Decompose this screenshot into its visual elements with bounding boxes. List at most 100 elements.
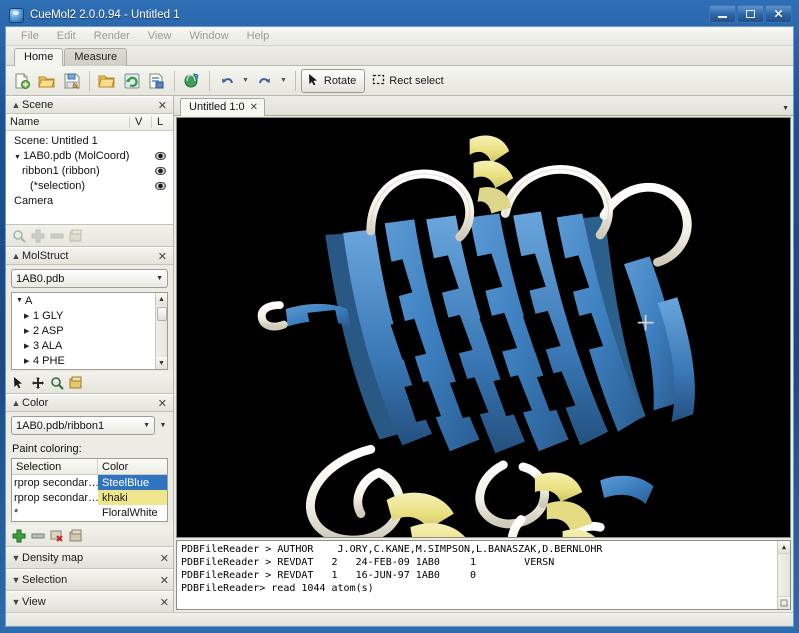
- visibility-toggle[interactable]: [147, 167, 173, 175]
- color-value[interactable]: SteelBlue: [98, 475, 167, 490]
- redo-split-button[interactable]: ▼: [253, 69, 290, 93]
- properties-icon[interactable]: [68, 528, 84, 544]
- molstruct-panel-header[interactable]: ▲ MolStruct ✕: [6, 247, 173, 265]
- menu-file[interactable]: File: [12, 29, 48, 43]
- tab-measure[interactable]: Measure: [64, 48, 127, 66]
- table-row[interactable]: * FloralWhite: [12, 505, 167, 520]
- molstruct-panel: ▲ MolStruct ✕ 1AB0.pdb ▼ ▼A: [6, 247, 173, 394]
- molecule-select[interactable]: 1AB0.pdb ▼: [11, 269, 168, 288]
- color-value[interactable]: khaki: [98, 490, 167, 505]
- renderer-select[interactable]: 1AB0.pdb/ribbon1 ▼: [11, 416, 155, 435]
- menu-window[interactable]: Window: [180, 29, 237, 43]
- expand-triangle-icon[interactable]: ▶: [24, 327, 33, 335]
- tree-item-molcoord[interactable]: ▼1AB0.pdb (MolCoord): [6, 148, 173, 163]
- residue-list[interactable]: ▼A ▶1 GLY ▶2 ASP ▶3 ALA ▶4 PHE: [11, 292, 168, 370]
- chevron-up-icon[interactable]: ▲: [10, 251, 22, 261]
- list-item[interactable]: ▶2 ASP: [12, 323, 167, 338]
- expand-triangle-icon[interactable]: ▶: [24, 357, 33, 365]
- new-scene-icon[interactable]: [10, 69, 34, 93]
- close-button[interactable]: ✕: [765, 5, 792, 23]
- menu-edit[interactable]: Edit: [48, 29, 85, 43]
- list-item[interactable]: ▶4 PHE: [12, 353, 167, 368]
- console-scrollbar[interactable]: ▲: [777, 541, 790, 609]
- residue-list-scrollbar[interactable]: ▲ ▼: [155, 293, 167, 369]
- chevron-up-icon[interactable]: ▲: [10, 100, 22, 110]
- document-tab-close-icon[interactable]: ✕: [250, 102, 258, 113]
- remove-icon[interactable]: [49, 228, 65, 244]
- renderer-options-icon[interactable]: ▼: [158, 422, 168, 429]
- chain-row[interactable]: ▼A: [12, 293, 167, 308]
- chevron-down-icon[interactable]: ▼: [10, 553, 22, 563]
- color-value[interactable]: FloralWhite: [98, 505, 167, 520]
- properties-icon[interactable]: [68, 228, 84, 244]
- open-file-icon[interactable]: [35, 69, 59, 93]
- color-panel-close-icon[interactable]: ✕: [156, 397, 169, 410]
- chevron-up-icon[interactable]: ▲: [10, 398, 22, 408]
- molstruct-panel-close-icon[interactable]: ✕: [156, 250, 169, 263]
- color-panel-header[interactable]: ▲ Color ✕: [6, 394, 173, 412]
- render-scene-icon[interactable]: [180, 69, 204, 93]
- scene-tree[interactable]: Scene: Untitled 1 ▼1AB0.pdb (MolCoord) r…: [6, 131, 173, 225]
- undo-caret-icon[interactable]: ▼: [239, 77, 252, 84]
- label-icon[interactable]: [68, 375, 84, 391]
- console-log[interactable]: PDBFileReader > AUTHOR J.ORY,C.KANE,M.SI…: [176, 540, 791, 610]
- molecular-viewport[interactable]: [176, 117, 791, 538]
- visibility-toggle[interactable]: [147, 182, 173, 190]
- table-row[interactable]: rprop secondar… khaki: [12, 490, 167, 505]
- list-item[interactable]: ▶3 ALA: [12, 338, 167, 353]
- minimize-button[interactable]: [709, 5, 736, 23]
- menu-help[interactable]: Help: [238, 29, 279, 43]
- remove-icon[interactable]: [30, 528, 46, 544]
- tab-list-chevron-icon[interactable]: ▼: [782, 105, 789, 112]
- export-icon[interactable]: [145, 69, 169, 93]
- scroll-down-icon[interactable]: ▼: [156, 357, 168, 369]
- density-map-panel-close-icon[interactable]: ✕: [160, 552, 169, 565]
- tree-item-ribbon1[interactable]: ribbon1 (ribbon): [6, 163, 173, 178]
- menu-render[interactable]: Render: [85, 29, 139, 43]
- undo-split-button[interactable]: ▼: [215, 69, 252, 93]
- scroll-up-icon[interactable]: ▲: [156, 293, 168, 305]
- undo-icon[interactable]: [215, 69, 239, 93]
- move-icon[interactable]: [30, 375, 46, 391]
- density-map-panel-header[interactable]: ▼ Density map ✕: [6, 547, 173, 569]
- color-table[interactable]: Selection Color rprop secondar… SteelBlu…: [11, 458, 168, 522]
- scroll-thumb-bottom-icon[interactable]: [778, 596, 791, 609]
- table-row[interactable]: rprop secondar… SteelBlue: [12, 475, 167, 490]
- add-icon[interactable]: [11, 528, 27, 544]
- maximize-button[interactable]: [737, 5, 764, 23]
- view-panel-close-icon[interactable]: ✕: [160, 596, 169, 609]
- tab-home[interactable]: Home: [14, 48, 63, 66]
- rect-select-tool-button[interactable]: Rect select: [366, 69, 452, 93]
- expand-triangle-icon[interactable]: ▼: [14, 154, 23, 161]
- expand-triangle-icon[interactable]: ▶: [24, 342, 33, 350]
- selection-panel-header[interactable]: ▼ Selection ✕: [6, 569, 173, 591]
- delete-icon[interactable]: [49, 528, 65, 544]
- list-item[interactable]: ▶1 GLY: [12, 308, 167, 323]
- tree-item-scene[interactable]: Scene: Untitled 1: [6, 133, 173, 148]
- chevron-down-icon[interactable]: ▼: [10, 575, 22, 585]
- scene-panel-close-icon[interactable]: ✕: [156, 99, 169, 112]
- visibility-toggle[interactable]: [147, 152, 173, 160]
- tree-item-selection[interactable]: (*selection): [6, 178, 173, 193]
- expand-triangle-icon[interactable]: ▼: [16, 297, 25, 304]
- scrollbar-thumb[interactable]: [157, 307, 167, 321]
- view-panel-header[interactable]: ▼ View ✕: [6, 591, 173, 612]
- menu-view[interactable]: View: [139, 29, 181, 43]
- reload-icon[interactable]: [120, 69, 144, 93]
- open-object-icon[interactable]: [95, 69, 119, 93]
- select-icon[interactable]: [11, 375, 27, 391]
- redo-caret-icon[interactable]: ▼: [277, 77, 290, 84]
- add-icon[interactable]: [30, 228, 46, 244]
- zoom-icon[interactable]: [49, 375, 65, 391]
- redo-icon[interactable]: [253, 69, 277, 93]
- save-scene-icon[interactable]: [60, 69, 84, 93]
- tree-item-camera[interactable]: Camera: [6, 193, 173, 208]
- scroll-up-icon[interactable]: ▲: [778, 541, 791, 554]
- scene-panel-header[interactable]: ▲ Scene ✕: [6, 96, 173, 114]
- zoom-fit-icon[interactable]: [11, 228, 27, 244]
- chevron-down-icon[interactable]: ▼: [10, 597, 22, 607]
- expand-triangle-icon[interactable]: ▶: [24, 312, 33, 320]
- document-tab[interactable]: Untitled 1:0 ✕: [180, 98, 265, 116]
- selection-panel-close-icon[interactable]: ✕: [160, 574, 169, 587]
- rotate-tool-button[interactable]: Rotate: [301, 69, 365, 93]
